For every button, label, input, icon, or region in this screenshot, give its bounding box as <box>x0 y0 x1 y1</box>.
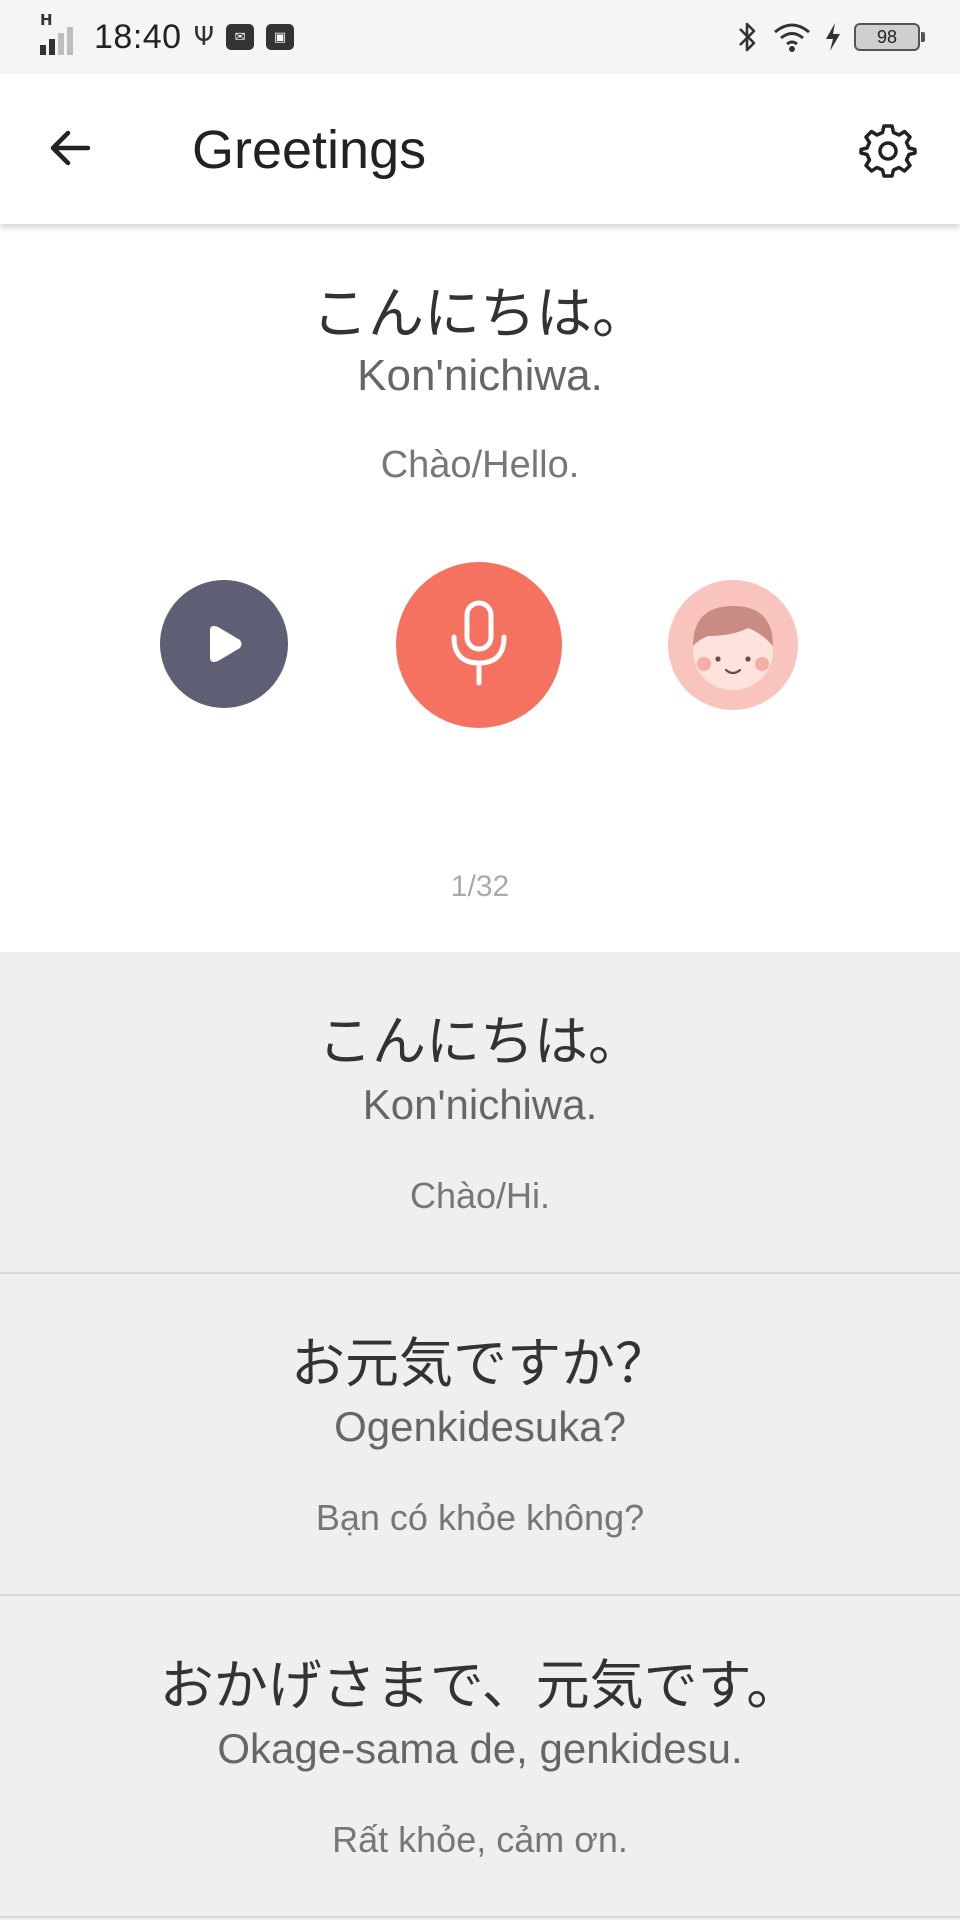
status-bar-left: H 18:40 Ψ ✉ ▣ <box>40 11 295 60</box>
status-bar-right: 98 <box>734 14 925 60</box>
current-phrase-meaning: Chào/Hello. <box>380 444 580 486</box>
wifi-icon <box>774 23 810 52</box>
signal-icon: H <box>40 11 82 57</box>
list-item[interactable]: おかげさまで、元気です。 Okage-sama de, genkidesu. R… <box>0 1596 960 1918</box>
phrase-japanese: おかげさまで、元気です。 <box>159 1654 801 1717</box>
current-phrase-japanese: こんにちは。 <box>312 282 648 347</box>
status-time: 18:40 <box>94 17 182 56</box>
phrase-meaning: Bạn có khỏe không? <box>315 1497 645 1538</box>
phrase-japanese: こんにちは。 <box>318 1010 642 1073</box>
settings-button[interactable] <box>856 118 920 182</box>
playback-recording-button[interactable] <box>668 580 798 710</box>
play-button[interactable] <box>160 580 288 708</box>
phrase-romaji: Kon'nichiwa. <box>362 1081 598 1128</box>
back-button[interactable] <box>40 118 100 178</box>
page-title: Greetings <box>192 120 427 180</box>
play-icon <box>210 626 242 662</box>
phrase-list: こんにちは。 Kon'nichiwa. Chào/Hi. お元気ですか？ Oge… <box>0 952 960 1918</box>
usb-icon: Ψ <box>193 22 215 52</box>
phrase-romaji: Ogenkidesuka? <box>334 1403 626 1450</box>
phrase-meaning: Chào/Hi. <box>409 1175 551 1216</box>
current-phrase-romaji: Kon'nichiwa. <box>357 351 603 400</box>
phrase-meaning: Rất khỏe, cảm ơn. <box>332 1819 628 1860</box>
arrow-left-icon <box>50 130 91 166</box>
microphone-icon <box>451 600 507 686</box>
charging-icon <box>826 23 840 51</box>
bluetooth-icon <box>739 22 756 52</box>
list-item[interactable]: こんにちは。 Kon'nichiwa. Chào/Hi. <box>0 952 960 1274</box>
gear-icon <box>859 124 917 178</box>
battery-level: 98 <box>876 26 898 47</box>
phrase-japanese: お元気ですか？ <box>291 1332 669 1395</box>
notification-icon: ✉ <box>226 24 255 50</box>
phrase-counter: 1/32 <box>450 870 510 903</box>
status-bar: H 18:40 Ψ ✉ ▣ 98 <box>0 0 960 74</box>
avatar-face-icon <box>693 606 773 690</box>
image-icon: ▣ <box>266 24 295 50</box>
app-bar: Greetings <box>0 74 960 224</box>
current-phrase-card: こんにちは。 Kon'nichiwa. Chào/Hello. 1/32 <box>0 224 960 954</box>
battery-icon: 98 <box>854 23 925 51</box>
record-button[interactable] <box>396 562 562 728</box>
phrase-romaji: Okage-sama de, genkidesu. <box>217 1725 743 1772</box>
network-type: H <box>40 11 53 29</box>
list-item[interactable]: お元気ですか？ Ogenkidesuka? Bạn có khỏe không? <box>0 1274 960 1596</box>
